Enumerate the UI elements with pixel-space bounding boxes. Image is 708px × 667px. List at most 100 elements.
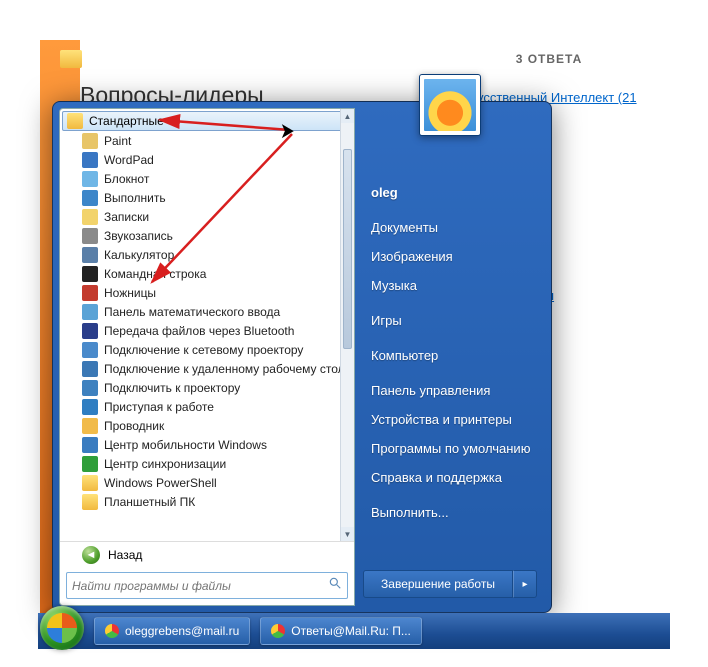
folder-header-standard[interactable]: Стандартные xyxy=(62,111,352,131)
program-label: Приступая к работе xyxy=(104,400,214,414)
right-pane-item[interactable]: Компьютер xyxy=(365,341,537,370)
scroll-down-arrow[interactable]: ▼ xyxy=(341,527,354,541)
program-label: Блокнот xyxy=(104,172,149,186)
program-item[interactable]: Калькулятор xyxy=(60,245,354,264)
search-input[interactable] xyxy=(72,579,328,593)
program-icon xyxy=(82,247,98,263)
program-label: Выполнить xyxy=(104,191,166,205)
program-icon xyxy=(82,437,98,453)
back-button[interactable]: ◄ Назад xyxy=(60,541,354,567)
program-label: Центр мобильности Windows xyxy=(104,438,267,452)
taskbar: oleggrebens@mail.ru Ответы@Mail.Ru: П... xyxy=(38,613,670,649)
program-item[interactable]: Центр мобильности Windows xyxy=(60,435,354,454)
program-label: Калькулятор xyxy=(104,248,174,262)
program-item[interactable]: Подключение к удаленному рабочему стол xyxy=(60,359,354,378)
program-icon xyxy=(82,380,98,396)
program-icon xyxy=(82,266,98,282)
start-menu-right-pane: oleg ДокументыИзображенияМузыка Игры Компь… xyxy=(355,108,545,606)
right-pane-item[interactable]: Справка и поддержка xyxy=(365,463,537,492)
scroll-thumb[interactable] xyxy=(343,149,352,349)
user-picture xyxy=(424,79,476,131)
program-icon xyxy=(82,304,98,320)
program-icon xyxy=(82,190,98,206)
program-item[interactable]: Центр синхронизации xyxy=(60,454,354,473)
program-icon xyxy=(82,361,98,377)
program-label: WordPad xyxy=(104,153,154,167)
program-label: Проводник xyxy=(104,419,164,433)
program-label: Ножницы xyxy=(104,286,156,300)
program-item[interactable]: Приступая к работе xyxy=(60,397,354,416)
taskbar-button-chrome-1[interactable]: oleggrebens@mail.ru xyxy=(94,617,250,645)
right-pane-item[interactable]: Программы по умолчанию xyxy=(365,434,537,463)
answers-count-label: 3 ОТВЕТА xyxy=(430,52,668,66)
program-icon xyxy=(82,456,98,472)
taskbar-button-chrome-2[interactable]: Ответы@Mail.Ru: П... xyxy=(260,617,422,645)
program-icon xyxy=(82,418,98,434)
program-item[interactable]: Подключить к проектору xyxy=(60,378,354,397)
right-pane-item[interactable]: Музыка xyxy=(365,271,537,300)
program-subfolder[interactable]: Планшетный ПК xyxy=(60,492,354,511)
program-icon xyxy=(82,399,98,415)
program-item[interactable]: Записки xyxy=(60,207,354,226)
program-icon xyxy=(82,342,98,358)
program-item[interactable]: Передача файлов через Bluetooth xyxy=(60,321,354,340)
program-label: Звукозапись xyxy=(104,229,173,243)
programs-scrollbar[interactable]: ▲ ▼ xyxy=(340,109,354,541)
chrome-icon xyxy=(271,624,285,638)
shutdown-options-arrow[interactable]: ▸ xyxy=(513,570,537,598)
program-item[interactable]: Paint xyxy=(60,131,354,150)
desktop-folder-icon[interactable] xyxy=(60,50,82,68)
program-label: Подключить к проектору xyxy=(104,381,240,395)
taskbar-button-label: Ответы@Mail.Ru: П... xyxy=(291,624,411,638)
program-label: Windows PowerShell xyxy=(104,476,217,490)
program-label: Подключение к сетевому проектору xyxy=(104,343,303,357)
program-label: Передача файлов через Bluetooth xyxy=(104,324,294,338)
program-item[interactable]: Звукозапись xyxy=(60,226,354,245)
program-label: Центр синхронизации xyxy=(104,457,226,471)
program-label: Планшетный ПК xyxy=(104,495,195,509)
program-icon xyxy=(82,285,98,301)
scroll-up-arrow[interactable]: ▲ xyxy=(341,109,354,123)
back-arrow-icon: ◄ xyxy=(82,546,100,564)
program-icon xyxy=(82,228,98,244)
program-item[interactable]: Подключение к сетевому проектору xyxy=(60,340,354,359)
search-box[interactable] xyxy=(66,572,348,599)
mouse-cursor: ➤ xyxy=(280,118,295,144)
program-item[interactable]: Блокнот xyxy=(60,169,354,188)
programs-list: Стандартные Paint WordPad Блокнот Выполнить… xyxy=(60,109,354,541)
program-label: Paint xyxy=(104,134,131,148)
folder-icon xyxy=(67,113,83,129)
user-picture-frame[interactable] xyxy=(419,74,481,136)
right-pane-item[interactable]: Устройства и принтеры xyxy=(365,405,537,434)
program-icon xyxy=(82,152,98,168)
program-icon xyxy=(82,171,98,187)
program-label: Командная строка xyxy=(104,267,206,281)
start-button[interactable] xyxy=(40,606,84,650)
program-item[interactable]: WordPad xyxy=(60,150,354,169)
program-item[interactable]: Проводник xyxy=(60,416,354,435)
program-item[interactable]: Командная строка xyxy=(60,264,354,283)
program-subfolder[interactable]: Windows PowerShell xyxy=(60,473,354,492)
program-label: Панель математического ввода xyxy=(104,305,280,319)
folder-icon xyxy=(82,494,98,510)
shutdown-button[interactable]: Завершение работы xyxy=(363,570,513,598)
program-item[interactable]: Панель математического ввода xyxy=(60,302,354,321)
right-pane-item[interactable]: Игры xyxy=(365,306,537,335)
back-label: Назад xyxy=(108,548,142,562)
program-icon xyxy=(82,323,98,339)
right-pane-item[interactable]: Панель управления xyxy=(365,376,537,405)
chrome-icon xyxy=(105,624,119,638)
program-item[interactable]: Ножницы xyxy=(60,283,354,302)
user-name-item[interactable]: oleg xyxy=(365,178,537,207)
taskbar-button-label: oleggrebens@mail.ru xyxy=(125,624,239,638)
right-pane-item[interactable]: Изображения xyxy=(365,242,537,271)
program-label: Записки xyxy=(104,210,149,224)
search-icon xyxy=(328,576,342,595)
right-pane-item[interactable]: Документы xyxy=(365,213,537,242)
program-item[interactable]: Выполнить xyxy=(60,188,354,207)
start-menu-programs-pane: Стандартные Paint WordPad Блокнот Выполнить… xyxy=(59,108,355,606)
program-label: Подключение к удаленному рабочему стол xyxy=(104,362,345,376)
right-pane-item[interactable]: Выполнить... xyxy=(365,498,537,527)
start-menu: Стандартные Paint WordPad Блокнот Выполнить… xyxy=(52,101,552,613)
program-icon xyxy=(82,133,98,149)
